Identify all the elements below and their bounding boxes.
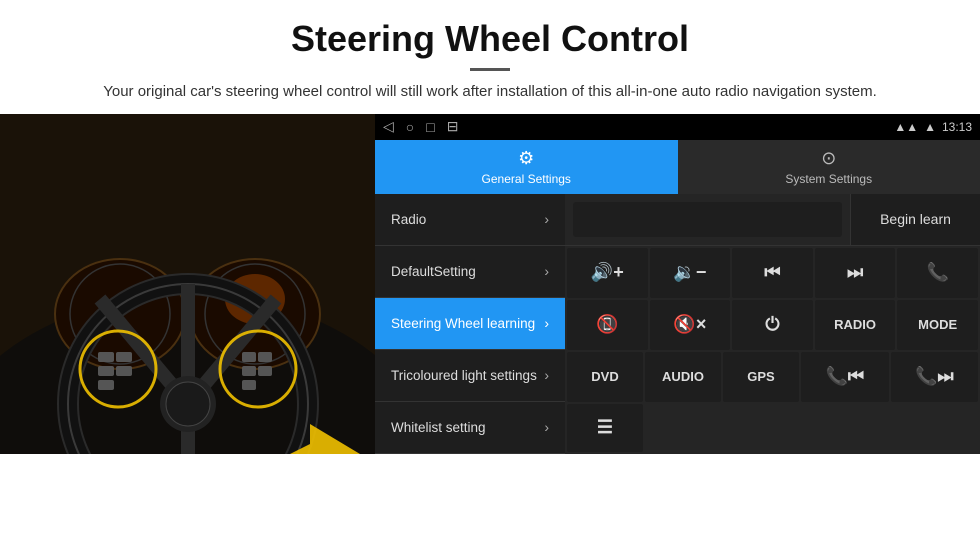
page-title: Steering Wheel Control <box>60 18 920 60</box>
vol-up-button[interactable]: 🔊+ <box>567 248 648 298</box>
begin-learn-button[interactable]: Begin learn <box>850 194 980 245</box>
list-icon: ☰ <box>597 417 613 438</box>
system-settings-icon: ⊙ <box>821 148 836 169</box>
time-display: 13:13 <box>942 120 972 134</box>
content-area: Radio › DefaultSetting › Steering Wheel … <box>375 194 980 454</box>
vol-up-icon: 🔊+ <box>591 262 624 283</box>
hang-up-button[interactable]: 📵 <box>567 300 648 350</box>
menu-item-whitelist[interactable]: Whitelist setting › <box>375 402 565 454</box>
menu-radio-label: Radio <box>391 212 544 227</box>
menu-whitelist-label: Whitelist setting <box>391 420 544 435</box>
list-icon-button[interactable]: ☰ <box>567 404 643 452</box>
status-bar: ◁ ○ □ ⊟ ▲▲ ▲ 13:13 <box>375 114 980 140</box>
menu-default-label: DefaultSetting <box>391 264 544 279</box>
nav-back-icon[interactable]: ◁ <box>383 118 394 135</box>
menu-item-default[interactable]: DefaultSetting › <box>375 246 565 298</box>
mode-label: MODE <box>918 317 957 332</box>
phone-button[interactable]: 📞 <box>897 248 978 298</box>
menu-item-radio[interactable]: Radio › <box>375 194 565 246</box>
button-grid: 🔊+ 🔉− ⏮ ⏭ 📞 <box>565 246 980 454</box>
chevron-icon: › <box>544 263 549 279</box>
next-track-icon: ⏭ <box>847 262 863 283</box>
subtitle-text: Your original car's steering wheel contr… <box>60 81 920 104</box>
tel-prev-icon: 📞⏮ <box>825 366 864 387</box>
steering-wheel-image <box>0 114 375 454</box>
tel-next-icon: 📞⏭ <box>915 366 954 387</box>
tab-system-label: System Settings <box>785 172 872 186</box>
nav-buttons: ◁ ○ □ ⊟ <box>383 118 458 135</box>
general-settings-icon: ⚙ <box>518 148 534 169</box>
key-input-box <box>573 202 842 237</box>
btn-row-3: DVD AUDIO GPS 📞⏮ 📞⏭ <box>567 352 978 402</box>
nav-extra-icon[interactable]: ⊟ <box>447 118 459 135</box>
power-icon: ⏻ <box>765 314 779 335</box>
prev-track-button[interactable]: ⏮ <box>732 248 813 298</box>
right-panel: Begin learn 🔊+ 🔉− ⏮ <box>565 194 980 454</box>
menu-steering-label: Steering Wheel learning <box>391 316 544 331</box>
dvd-button[interactable]: DVD <box>567 352 643 402</box>
dvd-label: DVD <box>591 369 618 384</box>
tab-system[interactable]: ⊙ System Settings <box>678 140 980 194</box>
chevron-icon: › <box>544 315 549 331</box>
chevron-icon: › <box>544 419 549 435</box>
radio-button[interactable]: RADIO <box>815 300 896 350</box>
menu-item-steering[interactable]: Steering Wheel learning › <box>375 298 565 350</box>
audio-label: AUDIO <box>662 369 704 384</box>
top-row: Begin learn <box>565 194 980 246</box>
btn-row-2: 📵 🔇× ⏻ RADIO MODE <box>567 300 978 350</box>
left-menu: Radio › DefaultSetting › Steering Wheel … <box>375 194 565 454</box>
tel-next-button[interactable]: 📞⏭ <box>891 352 979 402</box>
radio-label: RADIO <box>834 317 876 332</box>
vol-down-icon: 🔉− <box>673 262 706 283</box>
chevron-icon: › <box>544 367 549 383</box>
mute-icon: 🔇× <box>673 314 706 335</box>
mute-button[interactable]: 🔇× <box>650 300 731 350</box>
signal-icon: ▲▲ <box>894 120 918 134</box>
mode-button[interactable]: MODE <box>897 300 978 350</box>
header-section: Steering Wheel Control Your original car… <box>0 0 980 114</box>
tab-general[interactable]: ⚙ General Settings <box>375 140 678 194</box>
vol-down-button[interactable]: 🔉− <box>650 248 731 298</box>
nav-recent-icon[interactable]: □ <box>426 119 434 135</box>
power-button[interactable]: ⏻ <box>732 300 813 350</box>
bottom-section: ◁ ○ □ ⊟ ▲▲ ▲ 13:13 ⚙ General Settings ⊙ … <box>0 114 980 454</box>
title-divider <box>470 68 510 71</box>
android-ui: ◁ ○ □ ⊟ ▲▲ ▲ 13:13 ⚙ General Settings ⊙ … <box>375 114 980 454</box>
gps-label: GPS <box>747 369 774 384</box>
status-indicators: ▲▲ ▲ 13:13 <box>894 120 972 134</box>
gps-button[interactable]: GPS <box>723 352 799 402</box>
nav-home-icon[interactable]: ○ <box>406 119 414 135</box>
hang-up-icon: 📵 <box>596 314 618 335</box>
tel-prev-button[interactable]: 📞⏮ <box>801 352 889 402</box>
next-track-button[interactable]: ⏭ <box>815 248 896 298</box>
tab-bar: ⚙ General Settings ⊙ System Settings <box>375 140 980 194</box>
menu-item-tricoloured[interactable]: Tricoloured light settings › <box>375 350 565 402</box>
btn-row-4: ☰ <box>567 404 978 452</box>
btn-row-1: 🔊+ 🔉− ⏮ ⏭ 📞 <box>567 248 978 298</box>
audio-button[interactable]: AUDIO <box>645 352 721 402</box>
prev-track-icon: ⏮ <box>764 262 780 283</box>
tab-general-label: General Settings <box>482 172 571 186</box>
chevron-icon: › <box>544 211 549 227</box>
wifi-icon: ▲ <box>924 120 936 134</box>
menu-tricoloured-label: Tricoloured light settings <box>391 368 544 383</box>
phone-icon: 📞 <box>926 262 948 283</box>
